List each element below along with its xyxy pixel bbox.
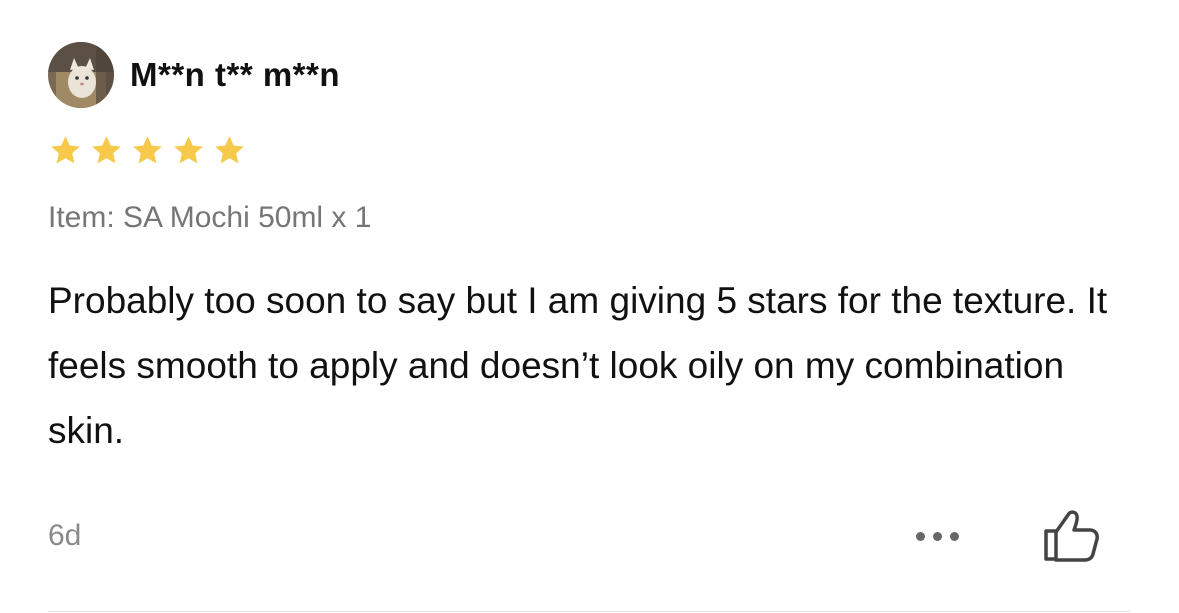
star-icon [89, 133, 124, 168]
star-icon [171, 133, 206, 168]
avatar[interactable] [48, 42, 114, 108]
star-icon [130, 133, 165, 168]
star-rating [48, 133, 253, 168]
avatar-cat-photo [48, 42, 114, 108]
thumbs-up-icon [1044, 510, 1099, 562]
item-variant-label: Item: SA Mochi 50ml x 1 [48, 201, 372, 234]
like-button[interactable] [1038, 505, 1104, 565]
review-header: M**n t** m**n [48, 42, 340, 108]
star-icon [212, 133, 247, 168]
review-card: M**n t** m**n Item: SA Mochi 50ml x 1 Pr… [0, 0, 1179, 613]
more-options-button[interactable] [905, 521, 969, 551]
ellipsis-icon [912, 531, 963, 541]
review-timestamp: 6d [48, 519, 82, 552]
star-icon [48, 133, 83, 168]
reviewer-name: M**n t** m**n [130, 56, 341, 93]
review-text: Probably too soon to say but I am giving… [48, 280, 1108, 451]
divider [48, 611, 1131, 612]
